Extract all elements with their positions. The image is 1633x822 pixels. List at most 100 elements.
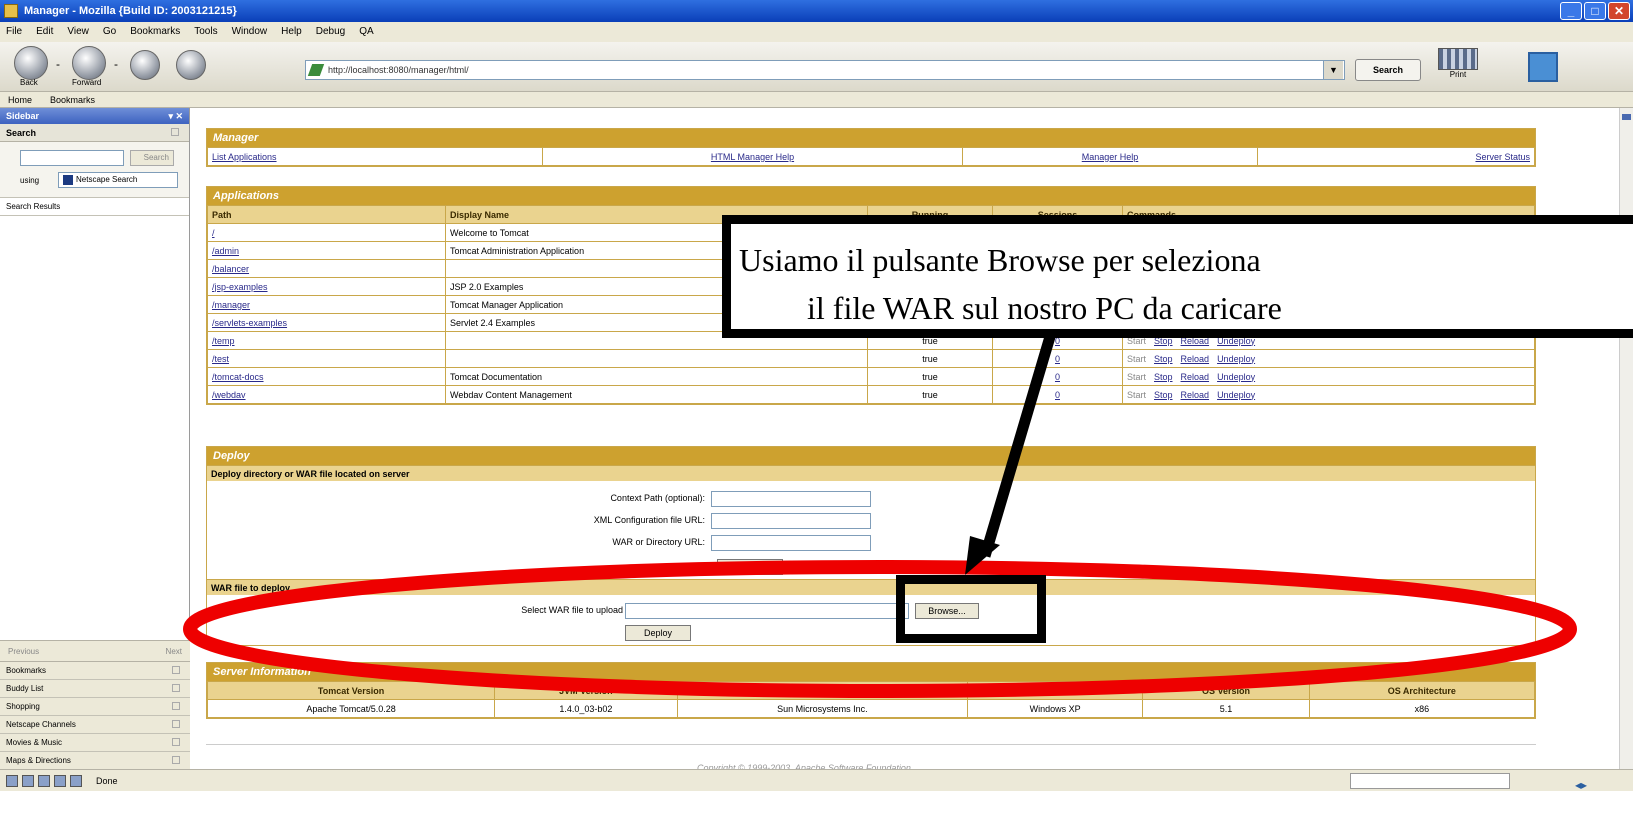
deploy-upload-button[interactable]: Deploy — [625, 625, 691, 641]
html-manager-help-link[interactable]: HTML Manager Help — [711, 152, 794, 162]
vertical-scrollbar[interactable] — [1619, 108, 1633, 769]
home-link[interactable]: Home — [8, 92, 32, 107]
table-cell: /jsp-examples — [207, 277, 446, 296]
mail-icon[interactable] — [22, 775, 34, 787]
table-row: /webdav Webdav Content Management true 0 Sta… — [207, 385, 1535, 404]
stop-icon[interactable] — [176, 50, 206, 80]
forward-dropdown-icon[interactable]: - — [114, 57, 118, 71]
war-file-input[interactable] — [625, 603, 909, 619]
search-button[interactable]: Search — [1355, 59, 1421, 81]
manager-help-link[interactable]: Manager Help — [1082, 152, 1139, 162]
url-dropdown-icon[interactable]: ▼ — [1323, 61, 1343, 79]
menu-qa[interactable]: QA — [359, 22, 373, 42]
command-reload-link[interactable]: Reload — [1181, 372, 1210, 382]
composer-icon[interactable] — [38, 775, 50, 787]
sidebar-tab-buddy-list[interactable]: Buddy List — [0, 680, 190, 698]
war-url-input[interactable] — [711, 535, 871, 551]
square-icon — [172, 756, 180, 764]
sidebar-tab-search[interactable]: Search — [0, 124, 189, 142]
close-button[interactable]: ✕ — [1608, 2, 1630, 20]
command-undeploy-link[interactable]: Undeploy — [1217, 372, 1255, 382]
app-path-link[interactable]: /admin — [212, 246, 239, 256]
sidebar-tab-shopping[interactable]: Shopping — [0, 698, 190, 716]
menu-help[interactable]: Help — [281, 22, 302, 42]
app-path-link[interactable]: /jsp-examples — [212, 282, 268, 292]
window-titlebar: Manager - Mozilla {Build ID: 2003121215}… — [0, 0, 1633, 22]
deploy-upload-section: WAR file to deploy — [207, 579, 1535, 595]
command-stop-link[interactable]: Stop — [1154, 372, 1173, 382]
menu-go[interactable]: Go — [103, 22, 116, 42]
server-info-table: Tomcat Version JVM Version JVM Vendor OS… — [206, 681, 1536, 718]
scroll-up-icon[interactable] — [1622, 114, 1631, 120]
back-label: Back — [20, 78, 38, 87]
app-display-name: JSP 2.0 Examples — [450, 281, 524, 292]
search-engine-select[interactable]: Netscape Search — [58, 172, 178, 188]
command-undeploy-link[interactable]: Undeploy — [1217, 354, 1255, 364]
menu-view[interactable]: View — [67, 22, 89, 42]
menu-tools[interactable]: Tools — [194, 22, 217, 42]
col-jvm-vendor: JVM Vendor — [676, 681, 969, 700]
sidebar-close-icon[interactable]: ▾ ✕ — [168, 108, 183, 124]
app-path-link[interactable]: /webdav — [212, 390, 246, 400]
command-stop-link[interactable]: Stop — [1154, 390, 1173, 400]
table-cell: / — [207, 223, 446, 242]
url-bar[interactable]: http://localhost:8080/manager/html/ — [305, 60, 1345, 80]
previous-button[interactable]: Previous — [8, 641, 39, 661]
command-stop-link[interactable]: Stop — [1154, 354, 1173, 364]
address-book-icon[interactable] — [54, 775, 66, 787]
sidebar-tab-bookmarks[interactable]: Bookmarks — [0, 662, 190, 680]
square-icon — [171, 128, 179, 136]
back-dropdown-icon[interactable]: - — [56, 57, 60, 71]
throbber-icon[interactable] — [1528, 52, 1558, 82]
tomcat-version-value: Apache Tomcat/5.0.28 — [206, 699, 496, 718]
xml-config-input[interactable] — [711, 513, 871, 529]
table-cell: /servlets-examples — [207, 313, 446, 332]
sidebar-header: Sidebar ▾ ✕ — [0, 108, 189, 124]
command-undeploy-link[interactable]: Undeploy — [1217, 390, 1255, 400]
menu-file[interactable]: File — [6, 22, 22, 42]
sidebar-search-button[interactable]: Search — [130, 150, 174, 166]
bookmarks-link[interactable]: Bookmarks — [50, 92, 95, 107]
menu-window[interactable]: Window — [232, 22, 268, 42]
context-path-input[interactable] — [711, 491, 871, 507]
app-sessions[interactable]: 0 — [1055, 372, 1060, 382]
sidebar: Sidebar ▾ ✕ Search Search using Netscape… — [0, 108, 190, 770]
reload-icon[interactable] — [130, 50, 160, 80]
sidebar-search-input[interactable] — [20, 150, 124, 166]
app-path-link[interactable]: /tomcat-docs — [212, 372, 264, 382]
col-os-architecture: OS Architecture — [1308, 681, 1536, 700]
menu-edit[interactable]: Edit — [36, 22, 53, 42]
maximize-button[interactable]: □ — [1584, 2, 1606, 20]
list-applications-link[interactable]: List Applications — [212, 152, 277, 162]
table-row: /tomcat-docs Tomcat Documentation true 0 Sta… — [207, 367, 1535, 386]
browse-highlight-box — [896, 575, 1046, 643]
app-commands: Start Stop Reload Undeploy — [1122, 367, 1535, 386]
app-path-link[interactable]: / — [212, 228, 215, 238]
app-sessions[interactable]: 0 — [1055, 390, 1060, 400]
sidebar-tab-maps[interactable]: Maps & Directions — [0, 752, 190, 770]
app-sessions[interactable]: 0 — [1055, 354, 1060, 364]
irc-icon[interactable] — [70, 775, 82, 787]
minimize-button[interactable]: _ — [1560, 2, 1582, 20]
app-running: true — [922, 371, 938, 382]
server-status-link[interactable]: Server Status — [1475, 152, 1530, 162]
sidebar-search-panel: Search using Netscape Search — [0, 142, 189, 198]
print-button[interactable]: Print — [1430, 48, 1486, 86]
navigator-icon[interactable] — [6, 775, 18, 787]
app-path-link[interactable]: /manager — [212, 300, 250, 310]
sidebar-tab-channels[interactable]: Netscape Channels — [0, 716, 190, 734]
deploy-server-button[interactable]: Deploy — [717, 559, 783, 575]
command-reload-link[interactable]: Reload — [1181, 390, 1210, 400]
forward-icon[interactable] — [72, 46, 106, 80]
app-path-link[interactable]: /servlets-examples — [212, 318, 287, 328]
table-cell: true — [867, 367, 993, 386]
app-path-link[interactable]: /balancer — [212, 264, 249, 274]
next-button[interactable]: Next — [166, 641, 182, 661]
app-path-link[interactable]: /test — [212, 354, 229, 364]
menu-bookmarks[interactable]: Bookmarks — [130, 22, 180, 42]
command-reload-link[interactable]: Reload — [1181, 354, 1210, 364]
sidebar-tab-movies[interactable]: Movies & Music — [0, 734, 190, 752]
back-icon[interactable] — [14, 46, 48, 80]
menu-debug[interactable]: Debug — [316, 22, 345, 42]
app-path-link[interactable]: /temp — [212, 336, 235, 346]
